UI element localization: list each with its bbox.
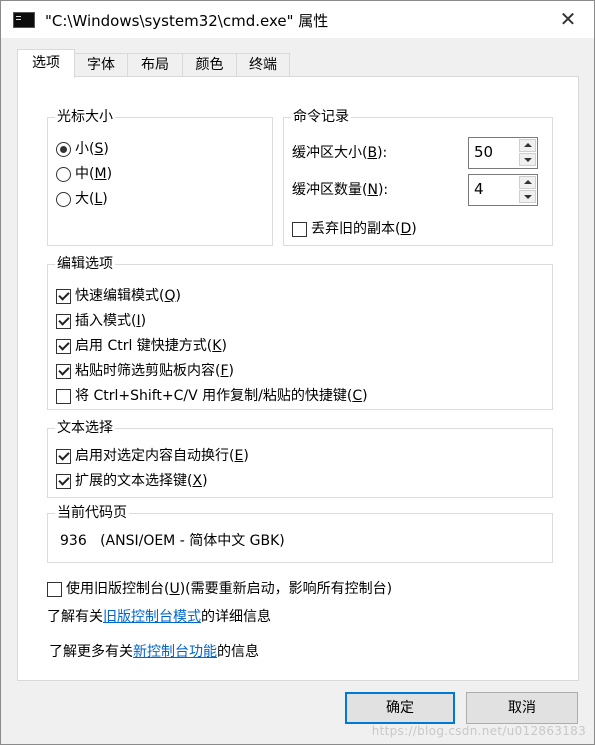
legacy-mode-link[interactable]: 旧版控制台模式 xyxy=(103,609,201,625)
checkbox[interactable] xyxy=(292,222,307,237)
buffer-count-value[interactable]: 4 xyxy=(474,180,484,198)
tab-colors[interactable]: 颜色 xyxy=(182,53,237,77)
group-title: 光标大小 xyxy=(55,108,115,126)
radio-button[interactable] xyxy=(56,192,71,207)
watermark: https://blog.csdn.net/u012863183 xyxy=(371,724,586,738)
checkbox[interactable] xyxy=(56,289,71,304)
spin-down-icon[interactable] xyxy=(519,153,536,166)
tab-layout[interactable]: 布局 xyxy=(127,53,183,77)
checkbox[interactable] xyxy=(56,364,71,379)
checkbox[interactable] xyxy=(56,474,71,489)
spin-down-icon[interactable] xyxy=(519,190,536,203)
buffer-size-label: 缓冲区大小(B): xyxy=(292,145,388,161)
window-title: "C:\Windows\system32\cmd.exe" 属性 xyxy=(45,12,329,30)
legacy-info-text: 了解有关旧版控制台模式的详细信息 xyxy=(47,609,271,625)
text-selection-group: 文本选择 启用对选定内容自动换行(E) 扩展的文本选择键(X) xyxy=(47,419,553,498)
checkbox[interactable] xyxy=(56,449,71,464)
buffer-size-value[interactable]: 50 xyxy=(474,143,493,161)
cmd-icon xyxy=(13,12,35,28)
group-title: 命令记录 xyxy=(291,108,351,126)
ok-button[interactable]: 确定 xyxy=(345,692,455,724)
group-title: 编辑选项 xyxy=(55,255,115,273)
title-bar[interactable]: "C:\Windows\system32\cmd.exe" 属性 ✕ xyxy=(1,1,594,38)
command-history-group: 命令记录 缓冲区大小(B): 50 缓冲区数量(N): 4 丢弃旧的副本(D) xyxy=(283,108,553,246)
cursor-size-group: 光标大小 小(S) 中(M) 大(L) xyxy=(47,108,273,246)
properties-dialog: "C:\Windows\system32\cmd.exe" 属性 ✕ 选项 字体… xyxy=(0,0,595,745)
checkbox[interactable] xyxy=(47,582,62,597)
radio-button[interactable] xyxy=(56,167,71,182)
close-icon: ✕ xyxy=(559,7,577,31)
tab-terminal[interactable]: 终端 xyxy=(236,53,290,77)
group-title: 当前代码页 xyxy=(55,504,129,522)
buffer-size-spinner[interactable]: 50 xyxy=(468,137,538,169)
new-features-info-text: 了解更多有关新控制台功能的信息 xyxy=(49,644,259,660)
spin-up-icon[interactable] xyxy=(519,139,536,152)
tab-options[interactable]: 选项 xyxy=(17,49,75,78)
close-button[interactable]: ✕ xyxy=(556,7,580,31)
codepage-value: 936 (ANSI/OEM - 简体中文 GBK) xyxy=(60,533,285,549)
spin-up-icon[interactable] xyxy=(519,176,536,189)
options-panel: 光标大小 小(S) 中(M) 大(L) 命令记录 缓冲区大小(B): 50 缓冲… xyxy=(17,76,579,681)
tab-font[interactable]: 字体 xyxy=(74,53,128,77)
group-title: 文本选择 xyxy=(55,419,115,437)
radio-button[interactable] xyxy=(56,142,71,157)
cancel-button[interactable]: 取消 xyxy=(466,692,578,724)
checkbox[interactable] xyxy=(56,389,71,404)
checkbox[interactable] xyxy=(56,339,71,354)
edit-options-group: 编辑选项 快速编辑模式(Q) 插入模式(I) 启用 Ctrl 键快捷方式(K) … xyxy=(47,255,553,410)
new-features-link[interactable]: 新控制台功能 xyxy=(133,644,217,660)
codepage-group: 当前代码页 936 (ANSI/OEM - 简体中文 GBK) xyxy=(47,504,553,563)
buffer-count-label: 缓冲区数量(N): xyxy=(292,182,389,198)
buffer-count-spinner[interactable]: 4 xyxy=(468,174,538,206)
checkbox[interactable] xyxy=(56,314,71,329)
